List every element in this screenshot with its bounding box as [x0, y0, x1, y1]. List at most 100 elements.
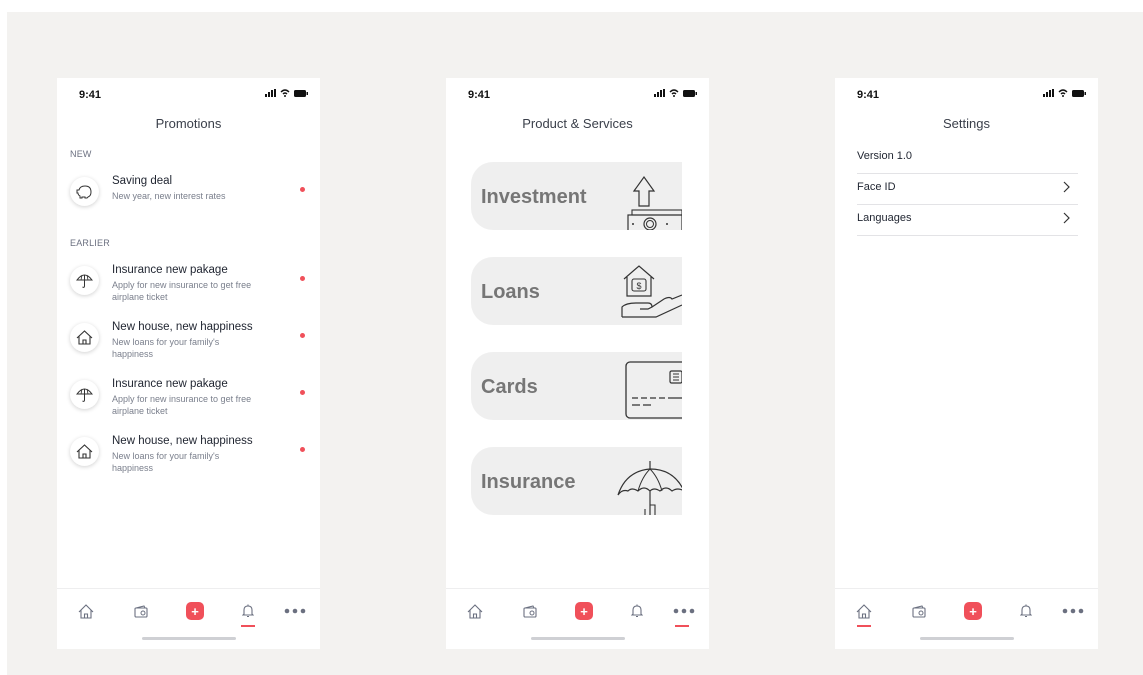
active-tab-indicator: [241, 625, 255, 627]
tab-bar: +: [835, 588, 1098, 649]
unread-dot: [300, 390, 305, 395]
tab-bar: +: [446, 588, 709, 649]
wifi-icon: [1058, 89, 1068, 97]
home-icon: [78, 603, 94, 619]
promotion-description: Apply for new insurance to get free airp…: [112, 280, 252, 302]
loan-hand-icon: $: [621, 265, 682, 318]
bell-icon: [242, 604, 254, 618]
battery-icon: [294, 89, 308, 97]
tab-add[interactable]: +: [182, 599, 208, 623]
home-indicator: [531, 637, 625, 640]
home-icon: [467, 603, 483, 619]
more-icon: [673, 608, 695, 614]
promotion-item[interactable]: New house, new happiness New loans for y…: [70, 321, 310, 369]
tab-notifications[interactable]: [624, 599, 650, 623]
artboard-background: 9:41 Promotions NEW Saving deal New year…: [7, 12, 1143, 675]
promotions-screen: 9:41 Promotions NEW Saving deal New year…: [57, 78, 320, 649]
tab-notifications[interactable]: [1013, 599, 1039, 623]
bell-icon: [631, 604, 643, 618]
product-card-cards[interactable]: Cards: [471, 352, 682, 420]
page-title: Promotions: [155, 116, 222, 131]
tab-add[interactable]: +: [571, 599, 597, 623]
settings-row-face-id[interactable]: Face ID: [857, 173, 1078, 205]
investment-icon: [627, 175, 682, 230]
page-title: Settings: [943, 116, 990, 131]
wifi-icon: [669, 89, 679, 97]
unread-dot: [300, 187, 305, 192]
status-bar: 9:41: [57, 78, 320, 108]
promotion-title: Insurance new pakage: [112, 264, 228, 276]
settings-row-label: Version 1.0: [857, 150, 913, 162]
plus-icon: +: [186, 602, 204, 620]
product-card-investment[interactable]: Investment: [471, 162, 682, 230]
chevron-right-icon: [1063, 181, 1070, 193]
settings-row-label: Languages: [857, 212, 912, 224]
product-card-label: Investment: [481, 186, 587, 208]
wifi-icon: [280, 89, 290, 97]
home-icon: [856, 603, 872, 619]
tab-more[interactable]: [282, 599, 308, 623]
house-icon: [70, 437, 99, 466]
product-card-insurance[interactable]: Insurance: [471, 447, 682, 515]
promotion-item[interactable]: Insurance new pakage Apply for new insur…: [70, 378, 310, 426]
home-indicator: [142, 637, 236, 640]
page-title: Product & Services: [522, 116, 633, 131]
signal-icon: [265, 89, 276, 97]
status-icons: [1043, 89, 1086, 97]
product-card-label: Cards: [481, 376, 538, 398]
tab-wallet[interactable]: [517, 599, 543, 623]
unread-dot: [300, 333, 305, 338]
umbrella-icon: [70, 380, 99, 409]
tab-add[interactable]: +: [960, 599, 986, 623]
tab-wallet[interactable]: [128, 599, 154, 623]
settings-row-version: Version 1.0: [857, 142, 1078, 174]
unread-dot: [300, 276, 305, 281]
status-icons: [654, 89, 697, 97]
settings-row-languages[interactable]: Languages: [857, 204, 1078, 236]
plus-icon: +: [575, 602, 593, 620]
unread-dot: [300, 447, 305, 452]
piggy-bank-icon: [70, 177, 99, 206]
battery-icon: [683, 89, 697, 97]
promotion-item[interactable]: Insurance new pakage Apply for new insur…: [70, 264, 310, 312]
product-card-label: Loans: [481, 281, 540, 303]
wallet-icon: [522, 604, 537, 618]
house-icon: [70, 323, 99, 352]
promotion-description: New loans for your family's happiness: [112, 337, 220, 359]
plus-icon: +: [964, 602, 982, 620]
home-indicator: [920, 637, 1014, 640]
credit-card-icon: [625, 361, 682, 419]
tab-home[interactable]: [73, 599, 99, 623]
active-tab-indicator: [675, 625, 689, 627]
tab-home[interactable]: [851, 599, 877, 627]
promotion-item[interactable]: Saving deal New year, new interest rates: [70, 175, 310, 223]
signal-icon: [654, 89, 665, 97]
tab-notifications[interactable]: [235, 599, 261, 627]
status-bar: 9:41: [446, 78, 709, 108]
promotion-description: New year, new interest rates: [112, 191, 226, 201]
tab-more[interactable]: [1060, 599, 1086, 623]
wallet-icon: [911, 604, 926, 618]
more-icon: [1062, 608, 1084, 614]
chevron-right-icon: [1063, 212, 1070, 224]
product-card-label: Insurance: [481, 471, 576, 493]
battery-icon: [1072, 89, 1086, 97]
promotion-title: Insurance new pakage: [112, 378, 228, 390]
product-card-loans[interactable]: Loans $: [471, 257, 682, 325]
settings-screen: 9:41 Settings Version 1.0 Face ID Langua…: [835, 78, 1098, 649]
promotion-description: Apply for new insurance to get free airp…: [112, 394, 252, 416]
tab-more[interactable]: [671, 599, 697, 627]
promotion-title: New house, new happiness: [112, 435, 253, 447]
status-time: 9:41: [857, 89, 880, 101]
promotion-title: New house, new happiness: [112, 321, 253, 333]
status-icons: [265, 89, 308, 97]
promotion-item[interactable]: New house, new happiness New loans for y…: [70, 435, 310, 483]
tab-home[interactable]: [462, 599, 488, 623]
status-time: 9:41: [79, 89, 102, 101]
umbrella-icon: [70, 266, 99, 295]
status-time: 9:41: [468, 89, 491, 101]
tab-wallet[interactable]: [906, 599, 932, 623]
settings-row-label: Face ID: [857, 181, 896, 193]
wallet-icon: [133, 604, 148, 618]
active-tab-indicator: [857, 625, 871, 627]
